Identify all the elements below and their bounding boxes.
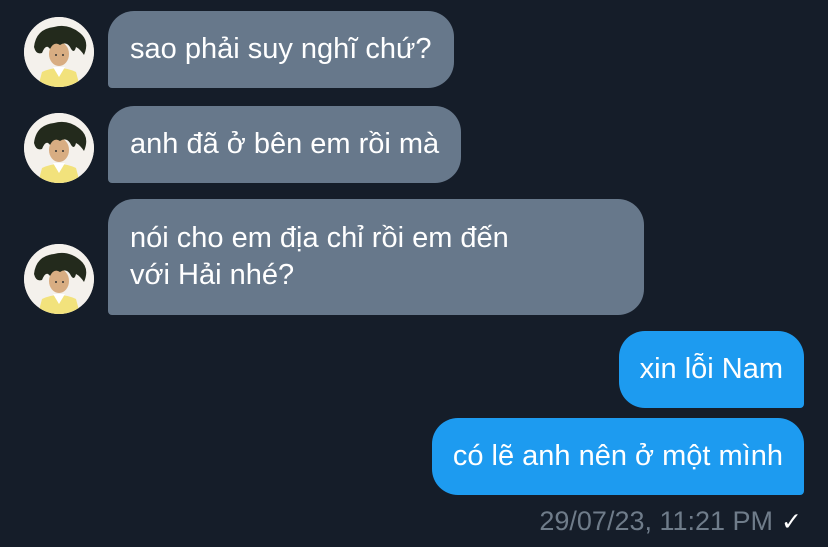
- message-timestamp: 29/07/23, 11:21 PM: [539, 506, 774, 536]
- checkmark-icon: ✓: [781, 508, 802, 536]
- contact-avatar-icon[interactable]: [24, 113, 94, 183]
- message-text: anh đã ở bên em rồi mà: [130, 128, 440, 160]
- message-bubble-outgoing[interactable]: có lẽ anh nên ở một mình: [431, 418, 804, 495]
- message-bubble-incoming[interactable]: anh đã ở bên em rồi mà: [108, 106, 462, 183]
- contact-avatar-icon[interactable]: [24, 17, 94, 87]
- message-bubble-incoming[interactable]: sao phải suy nghĩ chứ?: [108, 11, 454, 88]
- message-status: 29/07/23, 11:21 PM ✓: [539, 503, 802, 540]
- message-text: sao phải suy nghĩ chứ?: [130, 33, 432, 65]
- message-bubble-incoming[interactable]: nói cho em địa chỉ rồi em đến với Hải nh…: [108, 199, 644, 315]
- message-bubble-outgoing[interactable]: xin lỗi Nam: [618, 331, 804, 408]
- message-text: xin lỗi Nam: [639, 353, 783, 385]
- contact-avatar-icon[interactable]: [24, 244, 94, 314]
- message-text-line: nói cho em địa chỉ rồi em đến: [130, 222, 509, 254]
- message-text: có lẽ anh nên ở một mình: [452, 440, 783, 472]
- message-text-line: với Hải nhé?: [130, 259, 295, 291]
